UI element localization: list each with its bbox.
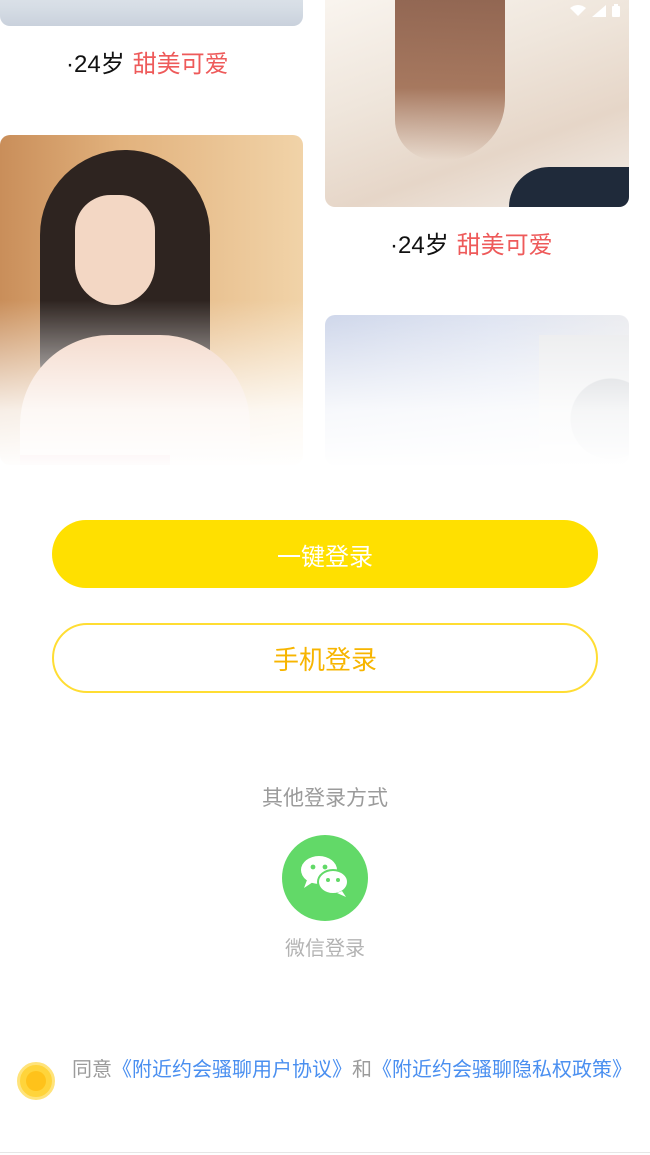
profile-tag: 甜美可爱: [132, 50, 229, 78]
signal-icon: [592, 4, 606, 17]
phone-login-button[interactable]: 手机登录: [52, 623, 598, 693]
profile-tag: 甜美可爱: [456, 231, 553, 259]
wechat-login-button[interactable]: [282, 835, 368, 921]
battery-icon: [612, 4, 620, 17]
privacy-policy-link[interactable]: 《附近约会骚聊隐私权政策》: [372, 1057, 632, 1081]
profile-photo-1[interactable]: [0, 0, 303, 26]
status-bar: [570, 4, 620, 17]
wechat-login-label: 微信登录: [285, 936, 365, 960]
other-login-title: 其他登录方式: [262, 786, 388, 810]
user-agreement-link[interactable]: 《附近约会骚聊用户协议》: [112, 1057, 352, 1081]
photo-fade-overlay: [0, 300, 650, 470]
wifi-icon: [570, 4, 586, 17]
agreement-and: 和: [352, 1057, 372, 1081]
profile-caption-2: ·24岁 甜美可爱: [390, 225, 553, 260]
bottom-divider: [0, 1152, 650, 1153]
agreement-prefix: 同意: [72, 1057, 112, 1081]
one-click-login-button[interactable]: 一键登录: [52, 520, 598, 588]
profile-photo-2[interactable]: [325, 0, 629, 207]
profile-caption-1: ·24岁 甜美可爱: [66, 44, 229, 79]
profile-age: ·24岁: [66, 51, 125, 78]
agreement-text: 同意《附近约会骚聊用户协议》和《附近约会骚聊隐私权政策》: [72, 1057, 632, 1081]
profile-age: ·24岁: [390, 232, 449, 259]
wechat-icon: [299, 854, 351, 902]
agreement-checkbox[interactable]: [17, 1062, 55, 1100]
